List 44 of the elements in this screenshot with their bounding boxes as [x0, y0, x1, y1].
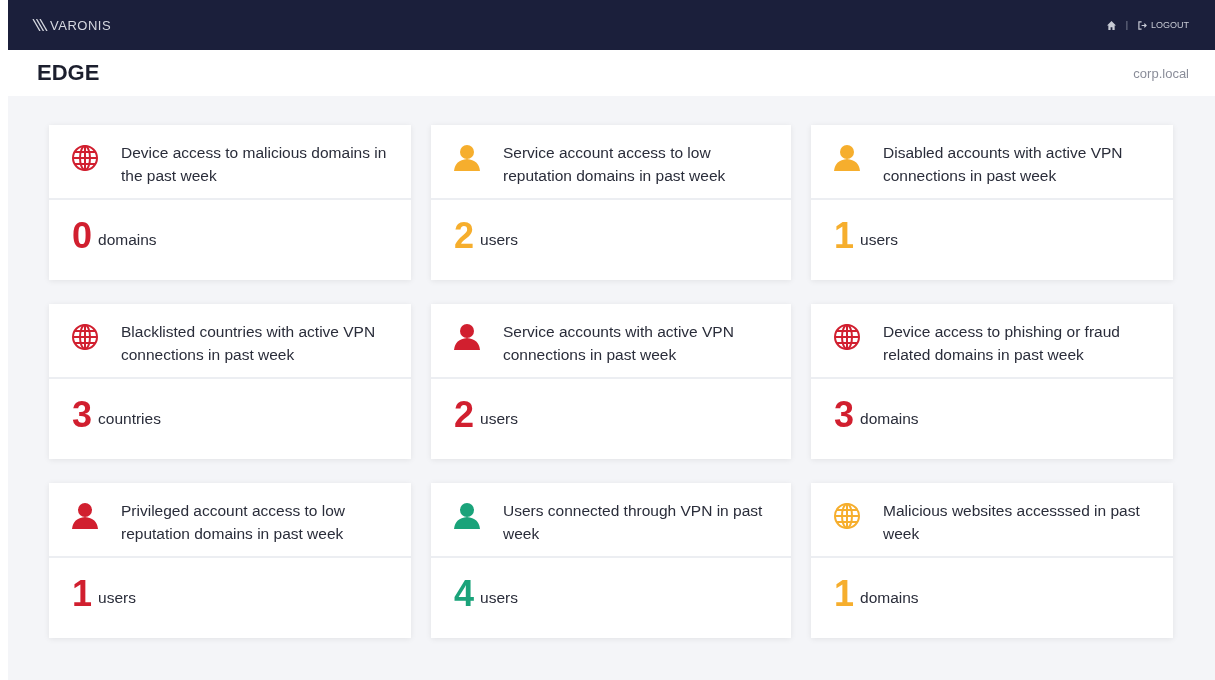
metric-card[interactable]: Disabled accounts with active VPN connections in past week 1 users [811, 125, 1173, 280]
card-title: Malicious websites accesssed in past week [883, 501, 1141, 544]
card-title: Device access to malicious domains in the past week [121, 143, 388, 186]
metric-unit: countries [98, 410, 161, 428]
metric-unit: domains [860, 410, 919, 428]
card-title: Device access to phishing or fraud related domains in past week [883, 322, 1121, 365]
separator: | [1125, 20, 1128, 30]
logo-icon [32, 19, 48, 31]
metric-unit: users [480, 231, 518, 249]
metric-value: 3 [72, 397, 93, 433]
metric-unit: users [480, 410, 518, 428]
card-title: Service accounts with active VPN connections in past week [503, 322, 735, 365]
metric-value: 1 [834, 576, 855, 612]
metric-card[interactable]: Service account access to low reputation domains in past week 2 users [431, 125, 791, 280]
brand-name: VARONIS [50, 17, 112, 33]
metric-card[interactable]: Blacklisted countries with active VPN connections in past week 3 countries [49, 304, 411, 459]
metric-card[interactable]: Device access to malicious domains in the past week 0 domains [49, 125, 411, 280]
card-title: Users connected through VPN in past week [503, 501, 764, 544]
page-title: EDGE [37, 60, 100, 86]
domain-label: corp.local [1133, 65, 1189, 81]
metric-unit: users [480, 589, 518, 607]
home-icon[interactable] [1106, 20, 1116, 30]
metric-value: 0 [72, 218, 93, 254]
card-title: Blacklisted countries with active VPN connections in past week [121, 322, 377, 365]
logout-icon [1138, 20, 1147, 30]
metric-card[interactable]: Malicious websites accesssed in past week 1 domains [811, 483, 1173, 638]
metric-value: 2 [454, 397, 475, 433]
metric-value: 1 [72, 576, 93, 612]
metric-value: 4 [454, 576, 475, 612]
card-title: Privileged account access to low reputation domains in past week [121, 501, 346, 544]
card-title: Service account access to low reputation domains in past week [503, 143, 727, 186]
card-title: Disabled accounts with active VPN connections in past week [883, 143, 1124, 186]
metric-value: 2 [454, 218, 475, 254]
metric-unit: users [860, 231, 898, 249]
metric-card[interactable]: Service accounts with active VPN connections in past week 2 users [431, 304, 791, 459]
metric-card[interactable]: Device access to phishing or fraud related domains in past week 3 domains [811, 304, 1173, 459]
metric-value: 3 [834, 397, 855, 433]
metric-unit: domains [98, 231, 157, 249]
metric-card[interactable]: Privileged account access to low reputation domains in past week 1 users [49, 483, 411, 638]
metric-unit: domains [860, 589, 919, 607]
metric-unit: users [98, 589, 136, 607]
logout-link[interactable]: LOGOUT [1138, 20, 1189, 30]
metric-value: 1 [834, 218, 855, 254]
metric-card[interactable]: Users connected through VPN in past week 4 users [431, 483, 791, 638]
